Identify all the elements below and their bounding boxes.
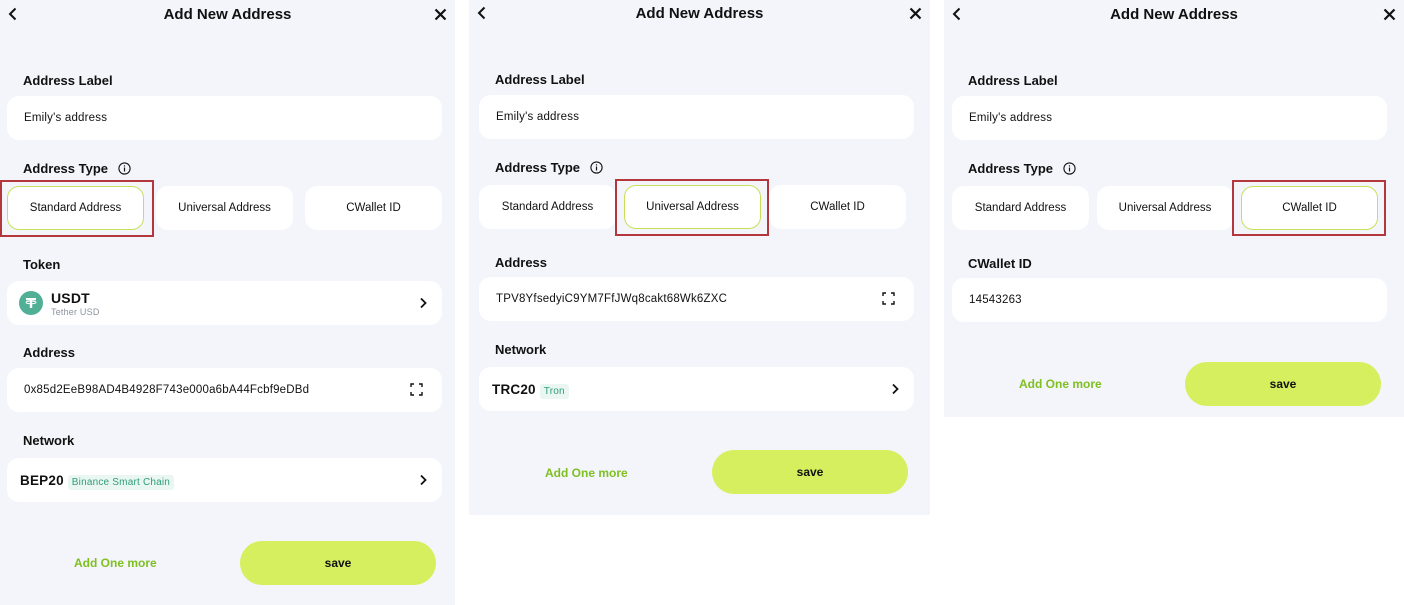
address-label-input[interactable]: Emily's address (952, 96, 1387, 140)
address-label-heading: Address Label (23, 73, 113, 88)
token-info: USDT Tether USD (51, 290, 419, 317)
type-standard-address[interactable]: Standard Address (952, 186, 1089, 230)
type-universal-address[interactable]: Universal Address (1096, 186, 1234, 230)
network-name: BEP20 (20, 472, 64, 488)
scan-icon[interactable] (410, 383, 424, 397)
page-title: Add New Address (1110, 6, 1238, 23)
type-universal-address[interactable]: Universal Address (624, 185, 761, 229)
chevron-right-icon (891, 383, 901, 395)
type-standard-address[interactable]: Standard Address (479, 185, 616, 229)
network-heading: Network (495, 342, 547, 357)
token-selector[interactable]: USDT Tether USD (7, 281, 442, 325)
add-one-more-button[interactable]: Add One more (74, 556, 157, 570)
network-info: TRC20 Tron (492, 381, 891, 399)
add-one-more-button[interactable]: Add One more (1019, 377, 1102, 391)
token-name: Tether USD (51, 306, 100, 317)
address-type-heading: Address Type (495, 160, 603, 175)
close-button[interactable] (1380, 5, 1398, 23)
address-type-heading: Address Type (23, 161, 131, 176)
add-one-more-button[interactable]: Add One more (545, 466, 628, 480)
cwallet-id-heading: CWallet ID (968, 256, 1032, 271)
page-title: Add New Address (163, 6, 292, 23)
address-value: 0x85d2EeB98AD4B4928F743e000a6bA44Fcbf9eD… (24, 384, 310, 396)
address-input[interactable]: 0x85d2EeB98AD4B4928F743e000a6bA44Fcbf9eD… (7, 368, 442, 412)
address-type-selector: Standard Address Universal Address CWall… (7, 186, 442, 230)
header: Add New Address (469, 0, 930, 30)
close-icon (909, 7, 921, 19)
close-icon (434, 8, 446, 20)
page-title: Add New Address (635, 5, 764, 22)
save-button[interactable]: save (1185, 362, 1381, 406)
close-icon (1383, 8, 1395, 20)
address-type-selector: Standard Address Universal Address CWall… (479, 185, 906, 229)
panel-universal-address: Add New Address Address Label Emily's ad… (469, 0, 930, 515)
tether-icon (19, 291, 43, 315)
network-selector[interactable]: BEP20 Binance Smart Chain (7, 458, 442, 502)
address-heading: Address (23, 345, 76, 360)
address-label-value: Emily's address (496, 111, 580, 123)
network-info: BEP20 Binance Smart Chain (20, 472, 419, 490)
address-type-selector: Standard Address Universal Address CWall… (952, 186, 1378, 230)
address-value: TPV8YfsedyiC9YM7FfJWq8cakt68Wk6ZXC (496, 293, 728, 305)
close-button[interactable] (906, 4, 924, 22)
cwallet-id-value: 14543263 (969, 294, 1022, 306)
save-button[interactable]: save (712, 450, 908, 494)
chevron-right-icon (419, 297, 429, 309)
network-chain-tag: Tron (539, 383, 569, 399)
panel-cwallet-id: Add New Address Address Label Emily's ad… (944, 0, 1404, 417)
token-symbol: USDT (51, 289, 90, 306)
cwallet-id-input[interactable]: 14543263 (952, 278, 1387, 322)
header: Add New Address (944, 0, 1404, 30)
header: Add New Address (0, 0, 455, 30)
type-cwallet-id[interactable]: CWallet ID (769, 185, 906, 229)
address-label-value: Emily's address (969, 112, 1053, 124)
chevron-right-icon (419, 474, 429, 486)
scan-icon[interactable] (882, 292, 896, 306)
panel-standard-address: Add New Address Address Label Emily's ad… (0, 0, 455, 605)
address-label-heading: Address Label (968, 73, 1058, 88)
address-label-input[interactable]: Emily's address (479, 95, 914, 139)
address-type-text: Address Type (495, 160, 581, 175)
token-heading: Token (23, 257, 61, 272)
info-icon[interactable] (1063, 162, 1076, 175)
type-cwallet-id[interactable]: CWallet ID (305, 186, 442, 230)
network-name: TRC20 (492, 381, 536, 397)
address-heading: Address (495, 255, 548, 270)
info-icon[interactable] (590, 161, 603, 174)
type-universal-address[interactable]: Universal Address (156, 186, 293, 230)
close-button[interactable] (431, 5, 449, 23)
network-selector[interactable]: TRC20 Tron (479, 367, 914, 411)
address-type-text: Address Type (23, 161, 109, 176)
network-heading: Network (23, 433, 75, 448)
address-label-value: Emily's address (24, 112, 108, 124)
address-type-text: Address Type (968, 161, 1054, 176)
type-cwallet-id[interactable]: CWallet ID (1241, 186, 1378, 230)
address-input[interactable]: TPV8YfsedyiC9YM7FfJWq8cakt68Wk6ZXC (479, 277, 914, 321)
save-button[interactable]: save (240, 541, 436, 585)
type-standard-address[interactable]: Standard Address (7, 186, 144, 230)
address-label-heading: Address Label (495, 72, 585, 87)
info-icon[interactable] (118, 162, 131, 175)
address-label-input[interactable]: Emily's address (7, 96, 442, 140)
network-chain-tag: Binance Smart Chain (67, 474, 175, 490)
address-type-heading: Address Type (968, 161, 1076, 176)
